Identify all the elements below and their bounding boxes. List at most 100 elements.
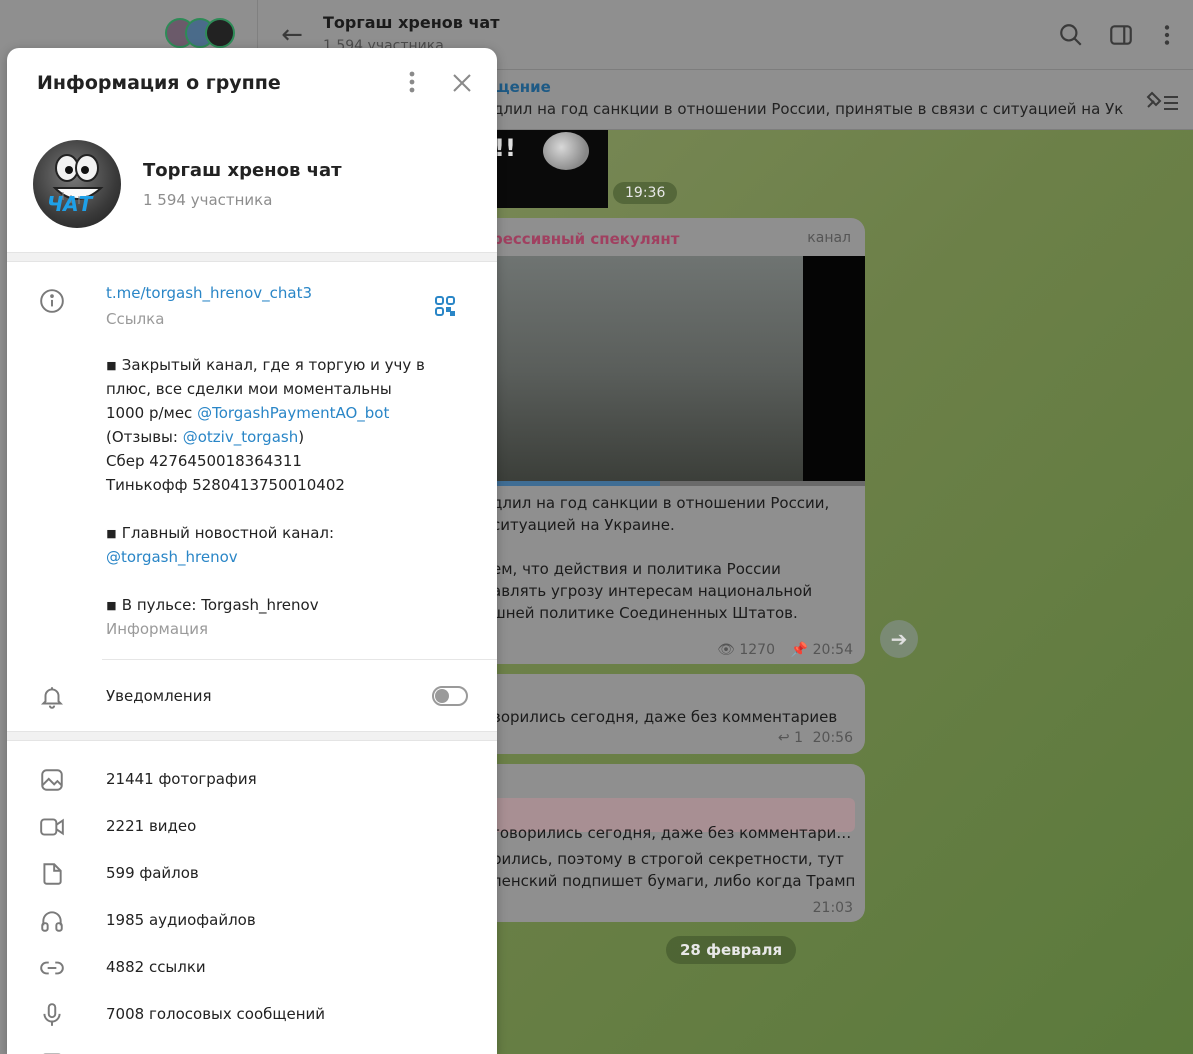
description-gap bbox=[106, 569, 466, 593]
reply-count[interactable]: ↩ 1 bbox=[778, 730, 803, 746]
message-time: 📌 20:54 bbox=[791, 642, 853, 658]
media-row-files[interactable]: 599 файлов bbox=[7, 850, 497, 897]
section-divider bbox=[7, 731, 497, 741]
video-player[interactable] bbox=[478, 256, 865, 486]
media-row-links[interactable]: 4882 ссылки bbox=[7, 944, 497, 991]
notifications-label: Уведомления bbox=[106, 687, 212, 705]
eye-icon: 👁 bbox=[717, 642, 735, 658]
sidebar-toggle-icon[interactable] bbox=[1108, 22, 1134, 48]
invite-link-label: Ссылка bbox=[106, 310, 165, 328]
forward-icon[interactable]: ➔ bbox=[880, 620, 918, 658]
view-count: 👁 1270 bbox=[717, 642, 775, 658]
description-gap bbox=[106, 497, 466, 521]
message-time: 19:36 bbox=[613, 182, 678, 204]
group-info-dialog: Информация о группе ЧАТ Торгаш хренов ча… bbox=[7, 48, 497, 1054]
description-line: (Отзывы: @otziv_torgash) bbox=[106, 425, 466, 449]
message-text-line: рились, поэтому в строгой секретности, т… bbox=[492, 850, 844, 868]
video-progress-bar[interactable] bbox=[478, 481, 865, 486]
media-row-label: 21441 фотография bbox=[106, 770, 257, 788]
search-icon[interactable] bbox=[1058, 22, 1084, 48]
group-description: ◾ Закрытый канал, где я торгую и учу в п… bbox=[106, 353, 466, 617]
message-text-line: ем, что действия и политика России bbox=[492, 560, 781, 578]
media-row-label: 1985 аудиофайлов bbox=[106, 911, 256, 929]
channel-badge: канал bbox=[807, 230, 851, 246]
row-divider bbox=[102, 659, 497, 660]
invite-link[interactable]: t.me/torgash_hrenov_chat3 bbox=[106, 284, 312, 302]
video-letterbox bbox=[803, 256, 865, 481]
group-avatar[interactable]: ЧАТ bbox=[33, 140, 121, 228]
media-text: !! bbox=[494, 134, 516, 162]
photo-icon bbox=[41, 769, 63, 791]
message-bubble[interactable]: говорились сегодня, даже без комментари…… bbox=[478, 764, 865, 922]
avatar bbox=[205, 18, 235, 48]
message-text-line: ворились сегодня, даже без комментариев bbox=[492, 708, 838, 726]
media-row-more[interactable] bbox=[7, 1038, 497, 1054]
description-line: ◾ В пульсе: Torgash_hrenov bbox=[106, 596, 319, 614]
description-line: плюс, все сделки мои моментальны bbox=[106, 380, 392, 398]
toggle-knob bbox=[435, 689, 449, 703]
qr-code-icon[interactable] bbox=[434, 295, 456, 317]
description-text: ) bbox=[298, 428, 305, 446]
section-divider bbox=[7, 252, 497, 262]
reply-count-value: 1 bbox=[794, 730, 803, 746]
message-text-line: ленский подпишет бумаги, либо когда Трам… bbox=[492, 872, 856, 890]
back-arrow-icon[interactable]: ← bbox=[278, 20, 306, 50]
media-row-label: 599 файлов bbox=[106, 864, 199, 882]
media-row-label: 4882 ссылки bbox=[106, 958, 206, 976]
info-icon bbox=[40, 289, 64, 313]
description-line: ◾ Главный новостной канал: bbox=[106, 524, 335, 542]
moon-image bbox=[543, 132, 589, 170]
reply-icon: ↩ bbox=[777, 730, 790, 746]
reviews-link[interactable]: @otziv_torgash bbox=[183, 428, 298, 446]
message-time: 21:03 bbox=[812, 900, 853, 916]
date-separator: 28 февраля bbox=[666, 936, 797, 964]
media-row-photos[interactable]: 21441 фотография bbox=[7, 756, 497, 803]
stacked-avatars[interactable] bbox=[165, 18, 237, 50]
more-vertical-icon[interactable] bbox=[1154, 22, 1180, 48]
link-icon bbox=[40, 961, 64, 975]
video-progress-fill bbox=[478, 481, 660, 486]
message-bubble[interactable]: рессивный спекулянт канал длил на год са… bbox=[478, 218, 865, 664]
pin-list-icon[interactable] bbox=[1144, 88, 1180, 114]
microphone-icon bbox=[43, 1003, 61, 1026]
description-text: 1000 р/мес bbox=[106, 404, 198, 422]
gif-icon bbox=[43, 1053, 61, 1054]
message-text-line: ситуацией на Украине. bbox=[492, 516, 675, 534]
media-row-label: 7008 голосовых сообщений bbox=[106, 1005, 326, 1023]
notifications-toggle[interactable] bbox=[432, 686, 468, 706]
pin-icon: 📌 bbox=[790, 642, 809, 658]
video-icon bbox=[40, 818, 64, 836]
description-line: Тинькофф 5280413750010402 bbox=[106, 476, 345, 494]
description-text: (Отзывы: bbox=[106, 428, 183, 446]
message-time: 20:56 bbox=[812, 730, 853, 746]
description-line: 1000 р/мес @TorgashPaymentAO_bot bbox=[106, 401, 466, 425]
news-channel-link[interactable]: @torgash_hrenov bbox=[106, 545, 466, 569]
description-line: ◾ Закрытый канал, где я торгую и учу в bbox=[106, 356, 425, 374]
headphones-icon bbox=[41, 911, 63, 932]
group-members-count: 1 594 участника bbox=[143, 191, 273, 209]
quote-text: говорились сегодня, даже без комментари… bbox=[492, 824, 852, 842]
file-icon bbox=[43, 863, 62, 885]
view-count-value: 1270 bbox=[739, 642, 775, 658]
message-text-line: шней политике Соединенных Штатов. bbox=[492, 604, 798, 622]
more-vertical-icon[interactable] bbox=[400, 68, 424, 96]
dialog-title: Информация о группе bbox=[37, 72, 281, 94]
pinned-text: длил на год санкции в отношении России, … bbox=[493, 100, 1123, 118]
media-row-voice[interactable]: 7008 голосовых сообщений bbox=[7, 991, 497, 1038]
payment-bot-link[interactable]: @TorgashPaymentAO_bot bbox=[197, 404, 389, 422]
message-author[interactable]: рессивный спекулянт bbox=[492, 230, 679, 248]
message-text-line: авлять угрозу интересам национальной bbox=[492, 582, 813, 600]
group-name: Торгаш хренов чат bbox=[143, 160, 342, 181]
media-row-audio[interactable]: 1985 аудиофайлов bbox=[7, 897, 497, 944]
description-label: Информация bbox=[106, 620, 209, 638]
bell-icon bbox=[40, 687, 64, 709]
message-time-value: 20:54 bbox=[812, 642, 853, 658]
chat-title[interactable]: Торгаш хренов чат bbox=[323, 13, 500, 32]
avatar-label: ЧАТ bbox=[47, 192, 93, 216]
description-line: Сбер 4276450018364311 bbox=[106, 452, 302, 470]
pinned-label: щение bbox=[493, 78, 551, 96]
media-row-videos[interactable]: 2221 видео bbox=[7, 803, 497, 850]
message-text-line: длил на год санкции в отношении России, bbox=[492, 494, 830, 512]
message-bubble[interactable]: ворились сегодня, даже без комментариев … bbox=[478, 674, 865, 754]
close-icon[interactable] bbox=[450, 71, 474, 95]
